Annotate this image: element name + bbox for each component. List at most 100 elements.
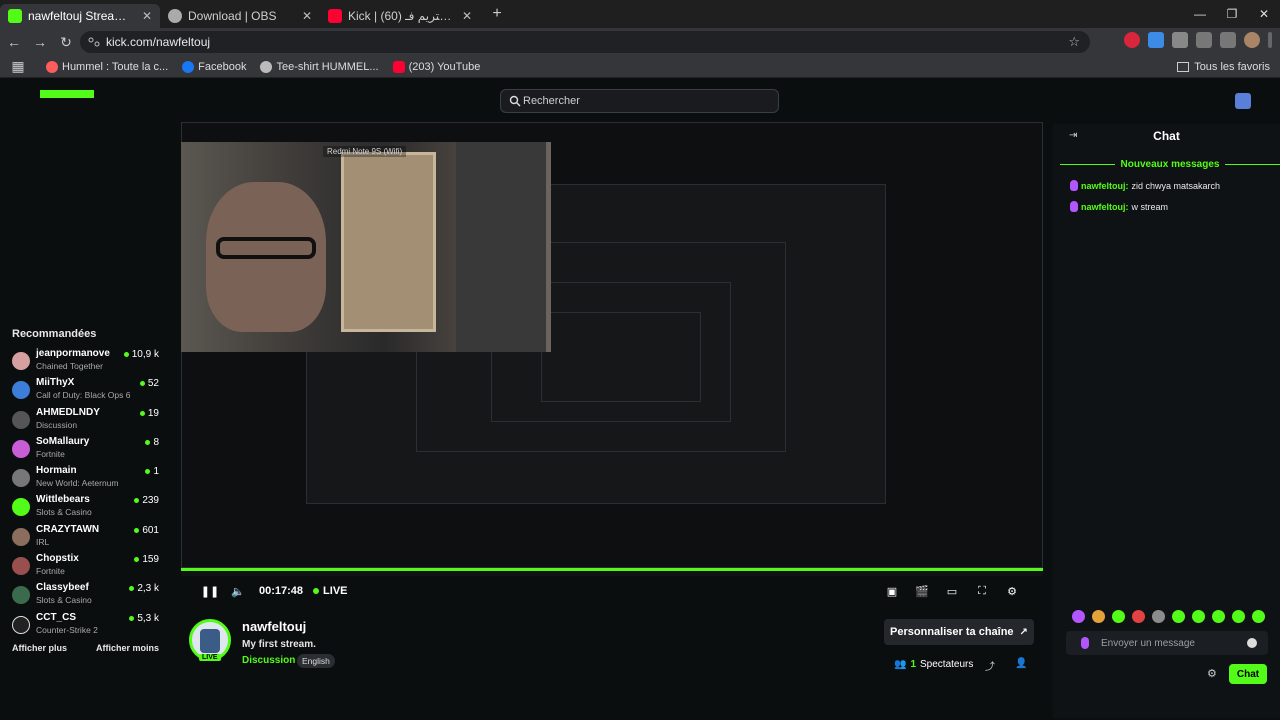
avatar [12, 410, 30, 429]
customize-channel-button[interactable]: Personnaliser ta chaîne ↗ [884, 619, 1034, 645]
send-chat-button[interactable]: Chat [1229, 664, 1267, 684]
show-more-link[interactable]: Afficher plus [12, 643, 67, 653]
channel-category: New World: Aeternum [36, 478, 119, 489]
download-icon[interactable] [1196, 32, 1212, 48]
sidebar-item[interactable]: Chopstix Fortnite 159 [0, 553, 172, 582]
sidebar-item[interactable]: CCT_CS Counter-Strike 2 5,3 k [0, 612, 172, 641]
sidebar-item[interactable]: AHMEDLNDY Discussion 19 [0, 407, 172, 436]
forward-icon[interactable]: → [28, 30, 52, 54]
new-tab-button[interactable]: + [486, 3, 508, 25]
viewer-count-value: 239 [142, 495, 159, 507]
emoji-picker-icon[interactable] [1247, 638, 1257, 648]
user-menu-avatar[interactable] [1235, 93, 1251, 109]
tab-kick-stream[interactable]: nawfeltouj Stream - Watch Live ✕ [0, 4, 160, 28]
sidebar-item[interactable]: CRAZYTAWN IRL 601 [0, 524, 172, 553]
progress-bar[interactable] [181, 568, 1043, 571]
chat-username[interactable]: nawfeltouj: [1081, 202, 1129, 212]
sidebar-item[interactable]: SoMallaury Fortnite 8 [0, 436, 172, 465]
emote-icon[interactable] [1152, 610, 1165, 623]
emote-icon[interactable] [1092, 610, 1105, 623]
chat-settings-gear-icon[interactable]: ⚙ [1207, 667, 1217, 680]
bookmark-star-icon[interactable]: ☆ [1068, 34, 1080, 50]
language-tag[interactable]: English [297, 654, 335, 668]
clip-icon[interactable]: 🎬 [913, 582, 931, 600]
viewer-count-value: 5,3 k [137, 612, 159, 624]
chat-input-placeholder: Envoyer un message [1101, 637, 1195, 649]
pause-icon[interactable]: ❚❚ [201, 582, 219, 600]
emote-icon[interactable] [1172, 610, 1185, 623]
close-window-icon[interactable]: ✕ [1248, 0, 1280, 28]
picture-in-picture-icon[interactable]: ▣ [883, 582, 901, 600]
extension-icon[interactable] [1124, 32, 1140, 48]
apps-grid-icon[interactable]: ▦ [6, 55, 30, 79]
video-player[interactable]: Redmi Note 9S (Wifi) [181, 122, 1043, 576]
all-bookmarks[interactable]: Tous les favoris [1177, 61, 1270, 73]
settings-gear-icon[interactable]: ⚙ [1003, 582, 1021, 600]
sidebar-item[interactable]: Classybeef Slots & Casino 2,3 k [0, 582, 172, 611]
back-icon[interactable]: ← [2, 30, 26, 54]
bookmark-label: Hummel : Toute la c... [62, 60, 169, 73]
close-tab-icon[interactable]: ✕ [142, 9, 152, 23]
player-controls: ❚❚ 🔈 00:17:48 LIVE ▣ 🎬 ▭ ⛶ ⚙ [181, 577, 1043, 605]
show-less-link[interactable]: Afficher moins [96, 643, 159, 653]
theater-mode-icon[interactable]: ▭ [943, 582, 961, 600]
stream-category[interactable]: Discussion [242, 655, 295, 666]
new-messages-divider[interactable]: Nouveaux messages [1060, 158, 1280, 170]
bookmark-label: (203) YouTube [408, 60, 481, 73]
puzzle-icon[interactable] [1172, 32, 1188, 48]
extension-icon[interactable] [1148, 32, 1164, 48]
fullscreen-icon[interactable]: ⛶ [973, 582, 991, 600]
emote-icon[interactable] [1252, 610, 1265, 623]
maximize-icon[interactable]: ❐ [1216, 0, 1248, 28]
youtube-icon [392, 60, 405, 73]
share-icon[interactable]: ⤴ [985, 658, 997, 673]
emote-icon[interactable] [1132, 610, 1145, 623]
reading-list-icon[interactable] [1220, 32, 1236, 48]
search-input[interactable]: Rechercher [500, 89, 779, 113]
bookmark-facebook[interactable]: Facebook [182, 60, 246, 73]
emote-icon[interactable] [1232, 610, 1245, 623]
url-field[interactable]: kick.com/nawfeltouj ☆ [80, 31, 1090, 53]
close-tab-icon[interactable]: ✕ [462, 9, 472, 23]
channel-name: Chopstix [36, 553, 79, 565]
follow-user-icon[interactable]: 👤 [1015, 658, 1027, 670]
close-tab-icon[interactable]: ✕ [302, 9, 312, 23]
bookmark-hummel[interactable]: Hummel : Toute la c... [46, 60, 169, 73]
emote-icon[interactable] [1072, 610, 1085, 623]
tab-obs-download[interactable]: Download | OBS ✕ [160, 4, 320, 28]
profile-avatar-icon[interactable] [1244, 32, 1260, 48]
sidebar-item[interactable]: jeanpormanove Chained Together 10,9 k [0, 348, 172, 377]
minimize-icon[interactable]: — [1184, 0, 1216, 28]
kick-logo[interactable] [40, 90, 94, 98]
reload-icon[interactable]: ↻ [54, 30, 78, 54]
bookmark-youtube[interactable]: (203) YouTube [392, 60, 481, 73]
bookmark-tee-shirt[interactable]: Tee-shirt HUMMEL... [260, 60, 379, 73]
sidebar-item[interactable]: MiiThyX Call of Duty: Black Ops 6 52 [0, 377, 172, 406]
channel-category: Chained Together [36, 361, 103, 371]
sidebar-item[interactable]: Hormain New World: Aeternum 1 [0, 465, 172, 494]
sidebar-item[interactable]: Wittlebears Slots & Casino 239 [0, 494, 172, 523]
chat-username[interactable]: nawfeltouj: [1081, 181, 1129, 191]
chat-message-input[interactable]: Envoyer un message [1066, 631, 1268, 655]
emote-icon[interactable] [1112, 610, 1125, 623]
emote-icon[interactable] [1192, 610, 1205, 623]
viewer-count: 2,3 k [129, 583, 159, 594]
volume-icon[interactable]: 🔈 [229, 582, 247, 600]
channel-category: Slots & Casino [36, 507, 92, 518]
webcam-device-label: Redmi Note 9S (Wifi) [323, 146, 407, 157]
streamer-name[interactable]: nawfeltouj [242, 619, 306, 634]
menu-icon[interactable] [1268, 32, 1272, 48]
channel-category: Slots & Casino [36, 595, 92, 606]
live-label: LIVE [323, 585, 348, 597]
address-bar-row: ← → ↻ kick.com/nawfeltouj ☆ [0, 28, 1280, 56]
site-info-icon[interactable] [88, 36, 100, 48]
bookmark-label: Tee-shirt HUMMEL... [276, 60, 379, 73]
live-badge: LIVE [199, 654, 221, 661]
emote-icon[interactable] [1212, 610, 1225, 623]
chat-message: nawfeltouj: zid chwya matsakarch [1070, 180, 1220, 191]
chat-message: nawfeltouj: w stream [1070, 201, 1168, 212]
channel-category: IRL [36, 536, 50, 547]
tab-youtube-video[interactable]: Kick | كيفاش دير ستريم فـ (60) ✕ [320, 4, 480, 28]
chat-text: w stream [1131, 201, 1169, 212]
channel-name: CCT_CS [36, 611, 77, 623]
